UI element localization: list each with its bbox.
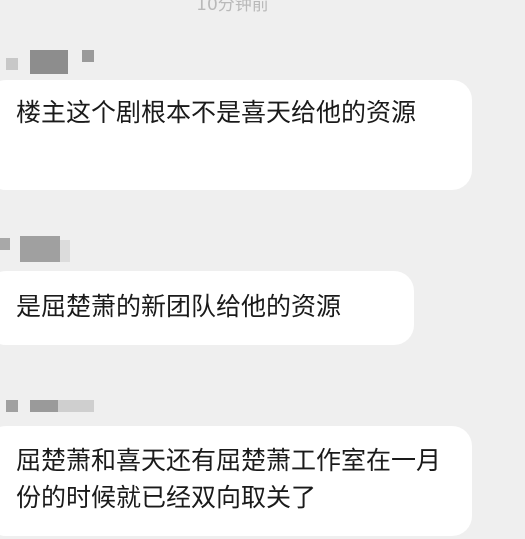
message-text: 是屈楚萧的新团队给他的资源 bbox=[16, 292, 342, 321]
sender-name-redacted bbox=[0, 230, 80, 262]
mosaic-block bbox=[6, 400, 18, 412]
message-text: 屈楚萧和喜天还有屈楚萧工作室在一月份的时候就已经双向取关了 bbox=[16, 446, 442, 512]
message-bubble[interactable]: 屈楚萧和喜天还有屈楚萧工作室在一月份的时候就已经双向取关了 bbox=[0, 426, 472, 536]
mosaic-block bbox=[30, 50, 68, 74]
mosaic-block bbox=[30, 400, 58, 412]
message-bubble[interactable]: 是屈楚萧的新团队给他的资源 bbox=[0, 271, 414, 345]
message-text: 楼主这个剧根本不是喜天给他的资源 bbox=[16, 98, 417, 127]
mosaic-block bbox=[58, 400, 94, 412]
message-bubble[interactable]: 楼主这个剧根本不是喜天给他的资源 bbox=[0, 80, 472, 190]
mosaic-block bbox=[0, 238, 10, 250]
mosaic-block bbox=[82, 50, 94, 62]
sender-name-redacted bbox=[0, 396, 100, 426]
sender-name-redacted bbox=[0, 44, 100, 74]
mosaic-block bbox=[20, 236, 60, 262]
message-timestamp: 10分钟前 bbox=[196, 0, 269, 15]
mosaic-block bbox=[60, 240, 70, 262]
mosaic-block bbox=[6, 58, 18, 70]
